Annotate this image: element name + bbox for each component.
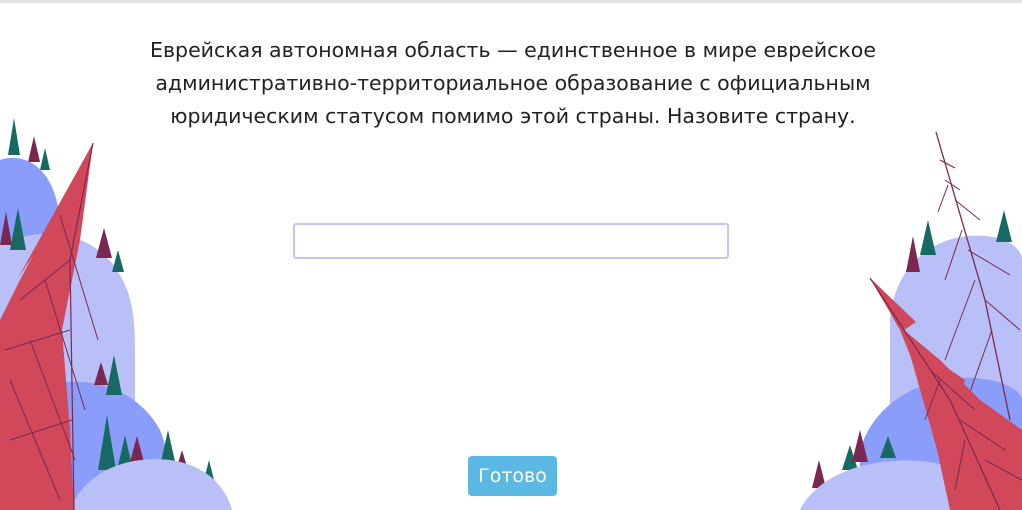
answer-input[interactable]	[293, 223, 729, 259]
done-button[interactable]: Готово	[468, 456, 557, 496]
quiz-page: Еврейская автономная область — единствен…	[0, 0, 1022, 510]
question-text: Еврейская автономная область — единствен…	[150, 38, 876, 128]
top-divider	[0, 0, 1022, 3]
